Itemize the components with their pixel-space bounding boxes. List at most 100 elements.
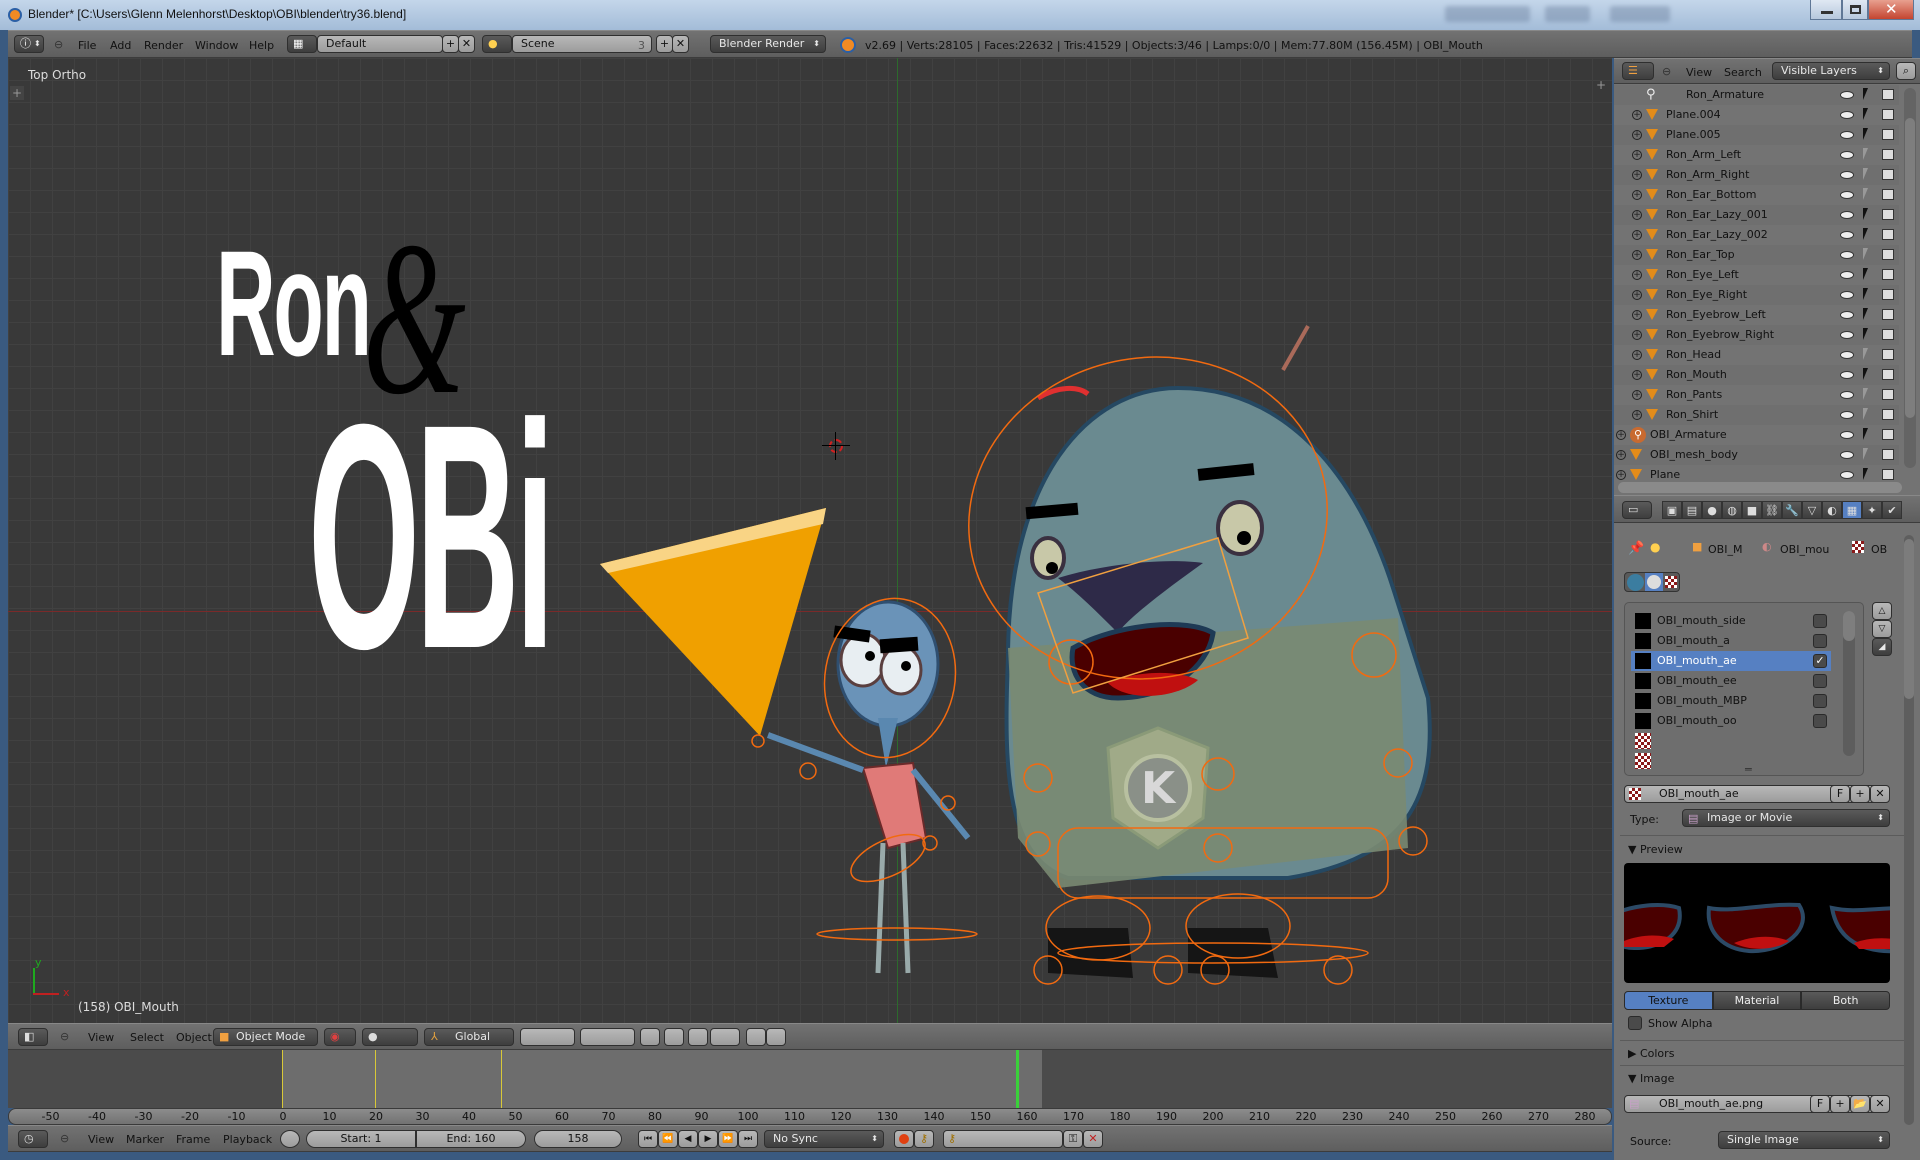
renderability-camera-icon[interactable]: [1882, 449, 1894, 460]
visibility-eye-icon[interactable]: [1840, 371, 1854, 379]
visibility-eye-icon[interactable]: [1840, 431, 1854, 439]
slot-specials-menu[interactable]: ◢: [1872, 638, 1892, 656]
keying-mode-button[interactable]: ⚷: [914, 1130, 934, 1148]
search-icon[interactable]: ⌕: [1896, 62, 1916, 80]
renderability-camera-icon[interactable]: [1882, 409, 1894, 420]
preview-tab-texture[interactable]: Texture: [1624, 991, 1713, 1010]
menu-search[interactable]: Search: [1724, 66, 1762, 79]
move-slot-up-button[interactable]: △: [1872, 602, 1892, 620]
visibility-eye-icon[interactable]: [1840, 351, 1854, 359]
outliner-row[interactable]: + ⚲ OBI_Armature: [1614, 425, 1899, 445]
image-fake-user-button[interactable]: F: [1810, 1095, 1830, 1113]
renderability-camera-icon[interactable]: [1882, 429, 1894, 440]
renderability-camera-icon[interactable]: [1882, 349, 1894, 360]
layer-buttons-group-1[interactable]: [520, 1028, 575, 1046]
properties-tab-scene-icon[interactable]: ●: [1702, 501, 1722, 519]
opengl-render-animation-button[interactable]: [766, 1028, 786, 1046]
jump-to-start-button[interactable]: ⏮: [638, 1130, 658, 1148]
visibility-eye-icon[interactable]: [1840, 91, 1854, 99]
visibility-eye-icon[interactable]: [1840, 311, 1854, 319]
list-resize-handle[interactable]: ═: [1745, 763, 1752, 776]
list-scrollbar[interactable]: [1843, 611, 1855, 756]
texture-slot-row[interactable]: [1631, 731, 1831, 751]
properties-tab-render-layers-icon[interactable]: ▤: [1682, 501, 1702, 519]
properties-tab-physics-icon[interactable]: ✔: [1882, 501, 1902, 519]
texture-slot-row[interactable]: OBI_mouth_oo: [1631, 711, 1831, 731]
visibility-eye-icon[interactable]: [1840, 471, 1854, 479]
menu-add[interactable]: Add: [110, 39, 131, 52]
expand-toggle-icon[interactable]: +: [1632, 230, 1642, 240]
expand-toggle-icon[interactable]: +: [1632, 330, 1642, 340]
timeline-area[interactable]: [8, 1050, 1612, 1108]
outliner-row[interactable]: + Ron_Eyebrow_Left: [1614, 305, 1899, 325]
properties-tab-texture-icon[interactable]: ▦: [1842, 501, 1862, 519]
properties-tab-material-icon[interactable]: ◐: [1822, 501, 1842, 519]
expand-toggle-icon[interactable]: +: [1616, 450, 1626, 460]
outliner-item-name[interactable]: Ron_Ear_Lazy_002: [1666, 225, 1768, 245]
menu-file[interactable]: File: [78, 39, 96, 52]
renderability-camera-icon[interactable]: [1882, 109, 1894, 120]
menu-frame[interactable]: Frame: [176, 1133, 210, 1146]
collapse-menu-icon[interactable]: ⊖: [60, 1030, 69, 1043]
outliner-row[interactable]: + Ron_Eyebrow_Right: [1614, 325, 1899, 345]
new-texture-button[interactable]: +: [1850, 785, 1870, 803]
visibility-eye-icon[interactable]: [1840, 451, 1854, 459]
texture-slot-row[interactable]: OBI_mouth_side: [1631, 611, 1831, 631]
outliner-item-name[interactable]: Ron_Ear_Lazy_001: [1666, 205, 1768, 225]
editor-type-outliner-button[interactable]: ☰: [1622, 62, 1654, 80]
outliner-horizontal-scrollbar[interactable]: [1618, 482, 1902, 493]
visibility-eye-icon[interactable]: [1840, 391, 1854, 399]
visibility-eye-icon[interactable]: [1840, 291, 1854, 299]
collapse-menu-icon[interactable]: ⊖: [1662, 65, 1671, 78]
snap-toggle-button[interactable]: [688, 1028, 708, 1046]
add-scene-button[interactable]: +: [656, 35, 673, 53]
material-texture-tab[interactable]: [1645, 573, 1663, 591]
properties-tab-constraints-icon[interactable]: ⛓: [1762, 501, 1782, 519]
renderability-camera-icon[interactable]: [1882, 189, 1894, 200]
outliner-row[interactable]: + Ron_Eye_Left: [1614, 265, 1899, 285]
remove-screen-button[interactable]: ✕: [458, 35, 475, 53]
visibility-eye-icon[interactable]: [1840, 191, 1854, 199]
slot-enabled-checkbox[interactable]: [1813, 614, 1827, 628]
preview-panel-header[interactable]: ▼ Preview: [1628, 843, 1683, 856]
current-frame-field[interactable]: 158: [534, 1130, 622, 1148]
editor-type-timeline-button[interactable]: ◷: [18, 1130, 48, 1148]
selectability-cursor-icon[interactable]: [1863, 328, 1868, 340]
outliner-row[interactable]: + Plane.004: [1614, 105, 1899, 125]
slot-enabled-checkbox[interactable]: [1813, 674, 1827, 688]
timeline-ruler[interactable]: -50 -40 -30 -20 -10 0 10 20 30 40 50 60 70 80 90 100 110…: [8, 1108, 1612, 1125]
outliner-item-name[interactable]: Plane.004: [1666, 105, 1721, 125]
texture-slot-row[interactable]: OBI_mouth_ee: [1631, 671, 1831, 691]
properties-tab-modifiers-icon[interactable]: 🔧: [1782, 501, 1802, 519]
jump-to-next-keyframe-button[interactable]: ⏩: [718, 1130, 738, 1148]
display-mode-select[interactable]: Visible Layers ⬍: [1772, 62, 1890, 80]
menu-object[interactable]: Object: [176, 1031, 212, 1044]
start-frame-field[interactable]: Start: 1: [306, 1130, 416, 1148]
new-image-button[interactable]: +: [1830, 1095, 1850, 1113]
properties-tab-object-data-icon[interactable]: ▽: [1802, 501, 1822, 519]
transform-orientation-select[interactable]: ⅄ Global: [424, 1028, 514, 1046]
menu-view[interactable]: View: [88, 1031, 114, 1044]
layer-buttons-group-2[interactable]: [580, 1028, 635, 1046]
preview-tab-both[interactable]: Both: [1801, 991, 1891, 1010]
outliner-row[interactable]: + Ron_Shirt: [1614, 405, 1899, 425]
play-reverse-button[interactable]: ◀: [678, 1130, 698, 1148]
outliner-item-name[interactable]: Ron_Pants: [1666, 385, 1722, 405]
outliner-item-name[interactable]: Ron_Armature: [1686, 85, 1764, 105]
expand-toggle-icon[interactable]: +: [1632, 170, 1642, 180]
visibility-eye-icon[interactable]: [1840, 411, 1854, 419]
screen-layout-icon-button[interactable]: ▦: [287, 35, 317, 53]
remove-scene-button[interactable]: ✕: [672, 35, 689, 53]
expand-toggle-icon[interactable]: +: [1632, 110, 1642, 120]
expand-toggle-icon[interactable]: +: [1632, 410, 1642, 420]
3d-cursor-icon[interactable]: [822, 432, 850, 460]
outliner-row[interactable]: ⚲ Ron_Armature: [1614, 85, 1899, 105]
selectability-cursor-icon[interactable]: [1863, 408, 1868, 420]
visibility-eye-icon[interactable]: [1840, 211, 1854, 219]
outliner-item-name[interactable]: OBI_Armature: [1650, 425, 1727, 445]
visibility-eye-icon[interactable]: [1840, 131, 1854, 139]
visibility-eye-icon[interactable]: [1840, 271, 1854, 279]
outliner-item-name[interactable]: Ron_Ear_Bottom: [1666, 185, 1756, 205]
outliner-row[interactable]: + OBI_mesh_body: [1614, 445, 1899, 465]
renderability-camera-icon[interactable]: [1882, 369, 1894, 380]
